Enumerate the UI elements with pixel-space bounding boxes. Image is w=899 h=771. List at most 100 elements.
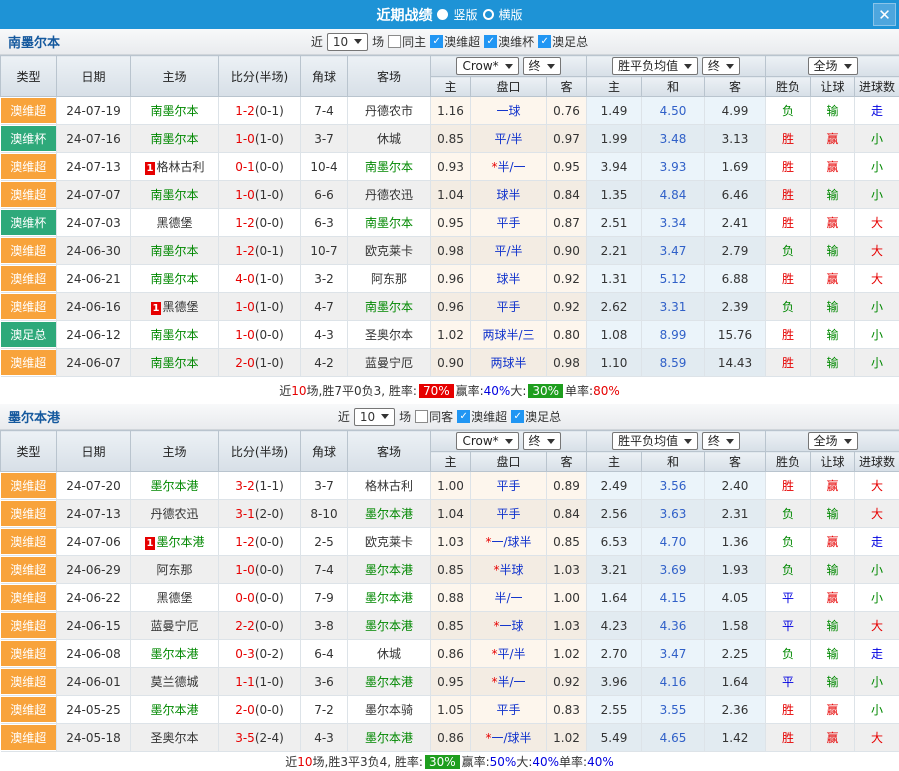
summary-segment: 10	[291, 384, 306, 398]
bookmaker-select[interactable]: Crow*	[456, 57, 518, 75]
cell-result: 负	[766, 556, 811, 584]
cell-home-team: 南墨尔本	[131, 125, 219, 153]
cell-handicap-result: 输	[811, 97, 855, 125]
filter-checkbox-同主[interactable]: 同主	[388, 33, 426, 50]
cell-result: 负	[766, 500, 811, 528]
cell-avg-home: 1.49	[587, 97, 642, 125]
filter-checkbox-澳足总[interactable]: ✓澳足总	[511, 408, 561, 425]
cell-avg-away: 6.46	[705, 181, 766, 209]
cell-handicap: 两球半	[471, 349, 547, 377]
league-badge: 澳维超	[1, 725, 57, 750]
chevron-down-icon	[726, 439, 734, 444]
cell-handicap-result: 赢	[811, 153, 855, 181]
cell-date: 24-07-19	[57, 97, 131, 125]
cell-league: 澳维杯	[1, 125, 57, 153]
match-row: 澳维超24-06-161黑德堡1-0(1-0)4-7南墨尔本0.96平手0.92…	[1, 293, 899, 321]
avg-final-select[interactable]: 终	[702, 57, 740, 75]
radio-horizontal-layout[interactable]	[483, 9, 494, 20]
cell-avg-home: 1.35	[587, 181, 642, 209]
cell-odds-home: 0.93	[431, 153, 471, 181]
cell-result: 负	[766, 97, 811, 125]
avg-select[interactable]: 胜平负均值	[612, 432, 698, 450]
cell-date: 24-07-16	[57, 125, 131, 153]
cell-odds-away: 0.95	[547, 153, 587, 181]
section-header-south-melbourne: 南墨尔本 近 10 场 同主✓澳维超✓澳维杯✓澳足总	[0, 29, 899, 55]
select-value: 终	[529, 434, 541, 448]
cell-league: 澳维超	[1, 696, 57, 724]
filter-checkbox-澳维超[interactable]: ✓澳维超	[430, 33, 480, 50]
match-count-select[interactable]: 10	[327, 33, 368, 51]
radio-horizontal-label[interactable]: 横版	[499, 6, 523, 23]
cell-goals: 小	[855, 181, 899, 209]
checkbox-icon[interactable]: ✓	[484, 35, 497, 48]
summary-segment: 单率:	[559, 753, 587, 770]
avg-select[interactable]: 胜平负均值	[612, 57, 698, 75]
checkbox-icon[interactable]: ✓	[430, 35, 443, 48]
unit-label: 场	[372, 33, 384, 50]
scope-select[interactable]: 全场	[808, 432, 858, 450]
cell-date: 24-05-18	[57, 724, 131, 752]
league-badge: 澳维超	[1, 473, 57, 498]
cell-handicap-result: 输	[811, 349, 855, 377]
cell-league: 澳维超	[1, 153, 57, 181]
radio-vertical-layout[interactable]	[437, 9, 448, 20]
match-row: 澳维超24-06-29阿东那1-0(0-0)7-4墨尔本港0.85*半球1.03…	[1, 556, 899, 584]
cell-goals: 走	[855, 97, 899, 125]
filter-checkbox-澳维杯[interactable]: ✓澳维杯	[484, 33, 534, 50]
team-name: 南墨尔本	[150, 104, 198, 118]
cell-home-team: 黑德堡	[131, 584, 219, 612]
checkbox-icon[interactable]	[388, 35, 401, 48]
cell-home-team: 黑德堡	[131, 209, 219, 237]
cell-result: 胜	[766, 321, 811, 349]
cell-avg-draw: 4.50	[642, 97, 705, 125]
team-name: 圣奥尔本	[150, 731, 198, 745]
cell-score: 3-1(2-0)	[219, 500, 301, 528]
cell-away-team: 丹德农市	[348, 97, 431, 125]
checkbox-icon[interactable]: ✓	[538, 35, 551, 48]
checkbox-icon[interactable]	[415, 410, 428, 423]
cell-corner: 4-7	[301, 293, 348, 321]
cell-league: 澳足总	[1, 321, 57, 349]
filter-checkbox-同客[interactable]: 同客	[415, 408, 453, 425]
cell-score: 1-2(0-0)	[219, 528, 301, 556]
select-value: Crow*	[462, 434, 498, 448]
odds-final-select[interactable]: 终	[523, 432, 561, 450]
dialog-title: 近期战绩	[376, 5, 432, 25]
checkbox-icon[interactable]: ✓	[511, 410, 524, 423]
scope-select[interactable]: 全场	[808, 57, 858, 75]
close-icon[interactable]: ✕	[873, 3, 896, 26]
cell-avg-away: 2.40	[705, 472, 766, 500]
radio-vertical-label[interactable]: 竖版	[453, 6, 477, 23]
match-count-select[interactable]: 10	[354, 408, 395, 426]
cell-odds-away: 0.90	[547, 237, 587, 265]
col-header-avg-draw: 和	[642, 77, 705, 97]
col-header-avg-home: 主	[587, 77, 642, 97]
cell-away-team: 蓝曼宁厄	[348, 349, 431, 377]
cell-avg-away: 6.88	[705, 265, 766, 293]
team-name: 蓝曼宁厄	[150, 619, 198, 633]
checkbox-icon[interactable]: ✓	[457, 410, 470, 423]
cell-odds-home: 0.95	[431, 209, 471, 237]
cell-avg-draw: 3.55	[642, 696, 705, 724]
cell-score: 2-0(0-0)	[219, 696, 301, 724]
avg-final-select[interactable]: 终	[702, 432, 740, 450]
filter-checkbox-澳维超[interactable]: ✓澳维超	[457, 408, 507, 425]
cell-handicap: *半/一	[471, 668, 547, 696]
cell-away-team: 南墨尔本	[348, 293, 431, 321]
cell-result: 负	[766, 237, 811, 265]
cell-handicap-result: 赢	[811, 724, 855, 752]
league-badge: 澳维超	[1, 697, 57, 722]
team-name: 墨尔本骑	[365, 703, 413, 717]
avg-group-header: 胜平负均值 终	[587, 56, 766, 77]
filter-checkbox-澳足总[interactable]: ✓澳足总	[538, 33, 588, 50]
cell-odds-home: 0.85	[431, 125, 471, 153]
odds-final-select[interactable]: 终	[523, 57, 561, 75]
bookmaker-select[interactable]: Crow*	[456, 432, 518, 450]
team-name: 格林古利	[156, 160, 204, 174]
cell-odds-away: 1.02	[547, 724, 587, 752]
cell-home-team: 南墨尔本	[131, 97, 219, 125]
near-label: 近	[311, 33, 323, 50]
league-badge: 澳维超	[1, 294, 57, 319]
col-header-avg-away: 客	[705, 452, 766, 472]
cell-avg-away: 2.36	[705, 696, 766, 724]
